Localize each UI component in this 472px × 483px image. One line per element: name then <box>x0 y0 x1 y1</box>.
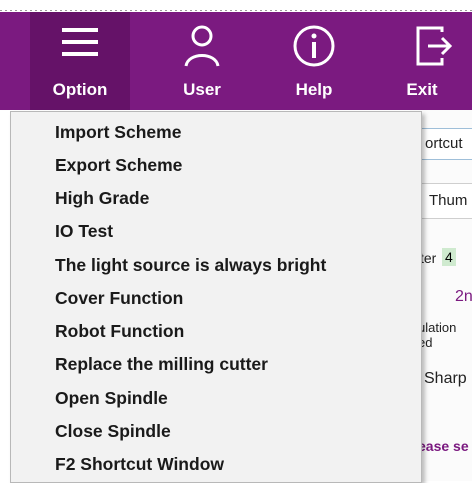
menu-item-replace-milling-cutter[interactable]: Replace the milling cutter <box>55 354 268 375</box>
counter-value: 4 <box>442 248 456 266</box>
user-button[interactable]: User <box>162 12 242 110</box>
menu-item-io-test[interactable]: IO Test <box>55 221 113 242</box>
exit-label: Exit <box>406 80 438 99</box>
main-toolbar: Option User Help Exit <box>0 0 472 110</box>
counter-label: ter <box>420 250 437 266</box>
please-label: ease se <box>418 438 469 454</box>
user-label: User <box>183 80 221 99</box>
help-label: Help <box>295 80 333 99</box>
option-button[interactable]: Option <box>30 12 130 110</box>
shortcut-tab[interactable]: ortcut <box>420 128 472 160</box>
option-dropdown-menu: Import Scheme Export Scheme High Grade I… <box>10 111 422 483</box>
menu-item-export-scheme[interactable]: Export Scheme <box>55 155 182 176</box>
sharp-label: Sharp <box>424 370 467 387</box>
user-icon <box>182 24 222 73</box>
help-button[interactable]: Help <box>274 12 354 110</box>
menu-item-light-source[interactable]: The light source is always bright <box>55 255 326 276</box>
menu-item-open-spindle[interactable]: Open Spindle <box>55 388 168 409</box>
info-icon <box>292 24 336 73</box>
thumb-tab[interactable]: Thum <box>420 183 472 219</box>
simulation-label: ulation <box>418 320 457 335</box>
menu-item-close-spindle[interactable]: Close Spindle <box>55 421 171 442</box>
purple-value: 2n <box>455 288 472 305</box>
toolbar-top-border <box>0 0 472 12</box>
menu-item-cover-function[interactable]: Cover Function <box>55 288 183 309</box>
exit-button[interactable]: Exit <box>402 12 472 110</box>
hamburger-icon <box>60 24 100 65</box>
menu-item-robot-function[interactable]: Robot Function <box>55 321 184 342</box>
menu-item-high-grade[interactable]: High Grade <box>55 188 149 209</box>
exit-icon <box>412 24 456 73</box>
option-label: Option <box>52 80 108 99</box>
menu-item-import-scheme[interactable]: Import Scheme <box>55 122 181 143</box>
menu-item-f2-shortcut-window[interactable]: F2 Shortcut Window <box>55 454 224 475</box>
